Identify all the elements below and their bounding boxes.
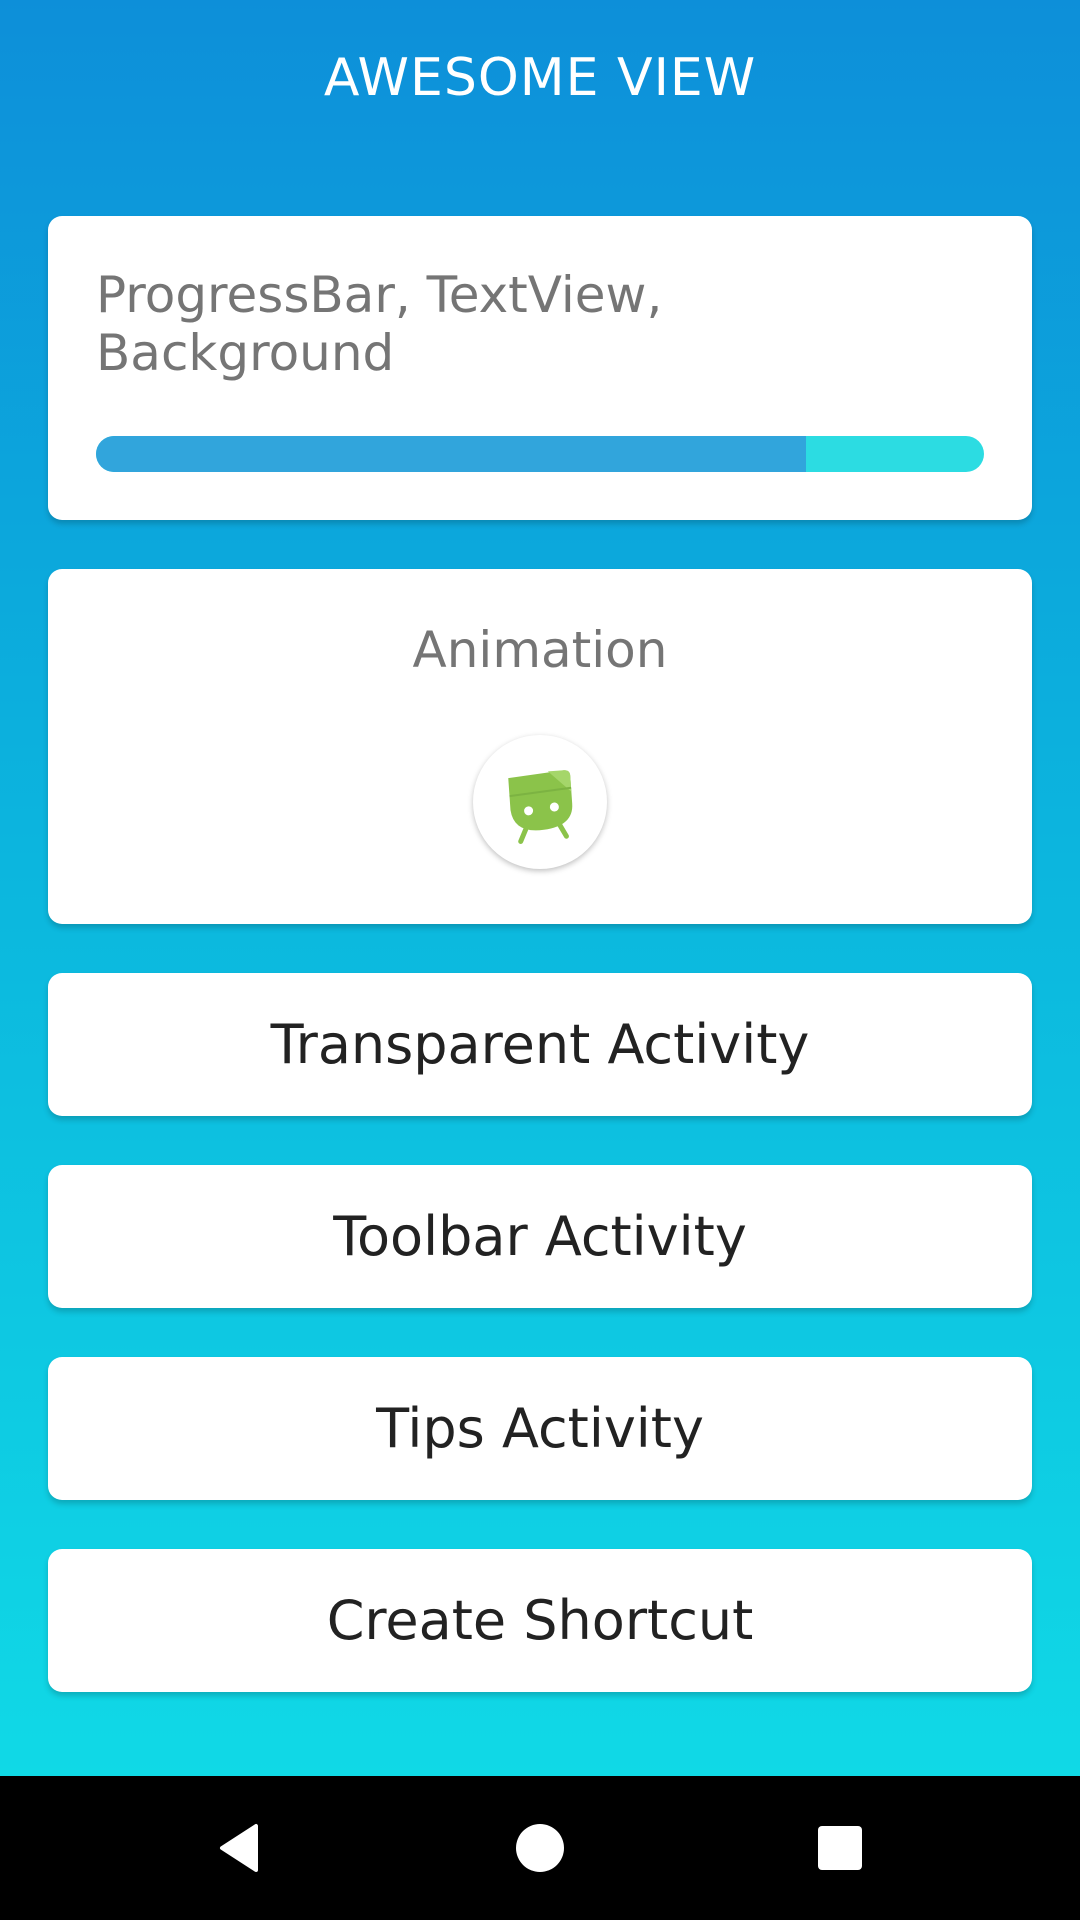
system-navigation-bar (0, 1776, 1080, 1920)
android-icon-graphic (508, 770, 573, 844)
create-shortcut-button[interactable]: Create Shortcut (48, 1549, 1032, 1692)
toolbar-activity-button[interactable]: Toolbar Activity (48, 1165, 1032, 1308)
animation-card: Animation (48, 569, 1032, 924)
tips-activity-label: Tips Activity (376, 1397, 704, 1460)
transparent-activity-button[interactable]: Transparent Activity (48, 973, 1032, 1116)
app-title: AWESOME VIEW (323, 48, 757, 108)
android-icon[interactable] (473, 735, 607, 869)
back-icon (220, 1824, 258, 1872)
progress-card-label: ProgressBar, TextView, Background (96, 266, 663, 382)
app-screen: AWESOME VIEW ProgressBar, TextView, Back… (0, 0, 1080, 1776)
home-icon (516, 1824, 564, 1872)
transparent-activity-label: Transparent Activity (270, 1013, 810, 1076)
toolbar-activity-label: Toolbar Activity (333, 1205, 747, 1268)
create-shortcut-label: Create Shortcut (326, 1589, 754, 1652)
recents-button[interactable] (804, 1812, 876, 1884)
recents-icon (818, 1826, 862, 1870)
home-button[interactable] (504, 1812, 576, 1884)
tips-activity-button[interactable]: Tips Activity (48, 1357, 1032, 1500)
progress-card: ProgressBar, TextView, Background (48, 216, 1032, 520)
animation-card-label: Animation (412, 621, 668, 679)
progress-bar-fill (96, 436, 807, 472)
progress-bar (96, 436, 984, 472)
back-button[interactable] (204, 1812, 276, 1884)
